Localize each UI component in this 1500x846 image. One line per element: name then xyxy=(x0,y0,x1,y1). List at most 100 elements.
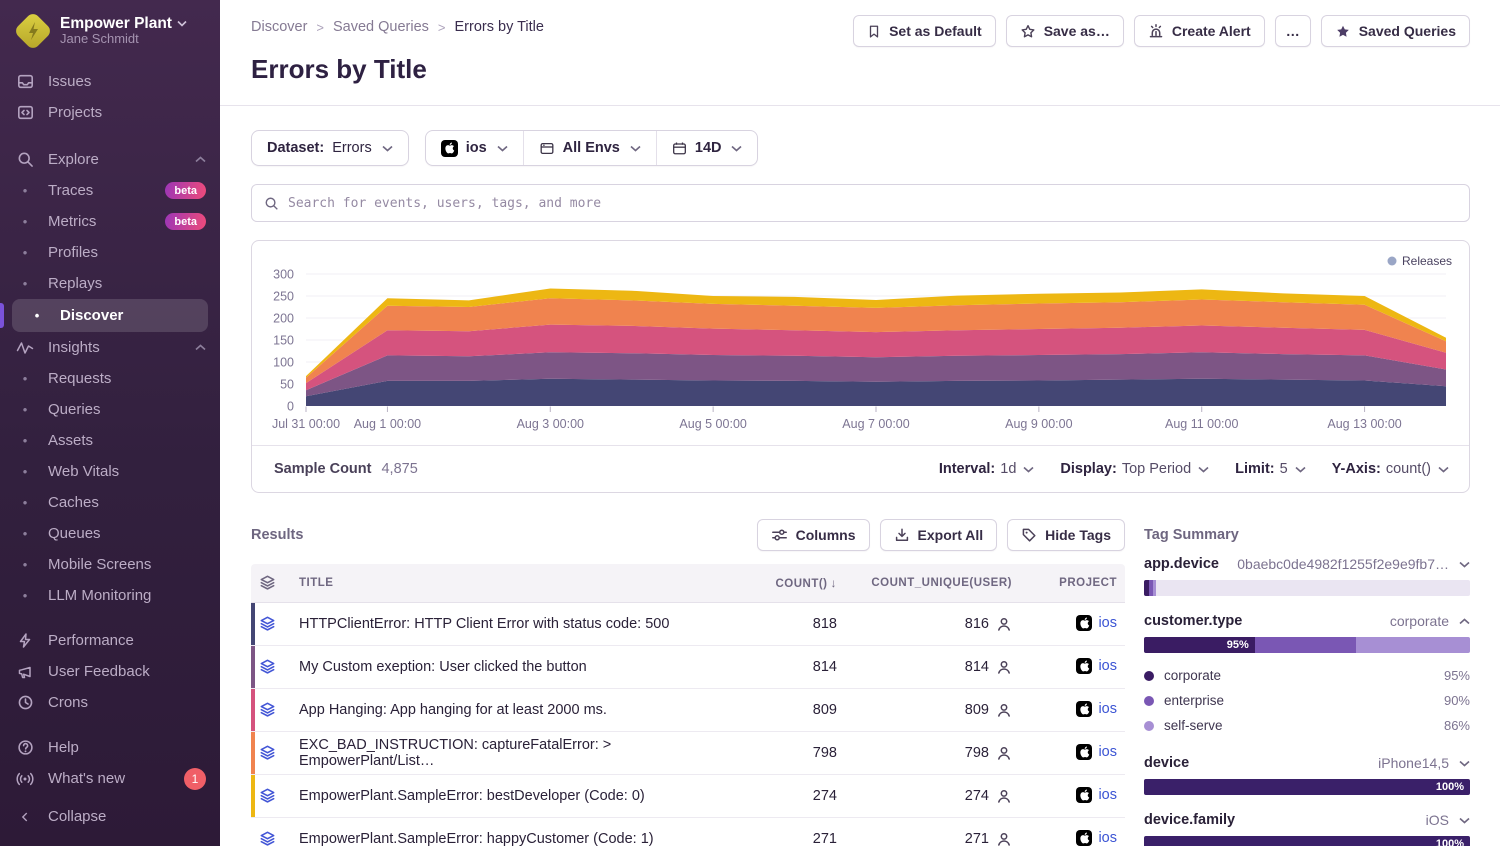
sidebar-item-profiles[interactable]: •Profiles xyxy=(0,237,220,268)
search-input[interactable] xyxy=(288,196,1457,211)
sidebar-item-metrics[interactable]: •Metricsbeta xyxy=(0,206,220,237)
table-row[interactable]: App Hanging: App hanging for at least 20… xyxy=(251,688,1125,731)
sidebar-item-llm-monitoring[interactable]: •LLM Monitoring xyxy=(0,580,220,611)
stack-icon xyxy=(259,574,283,591)
more-options-button[interactable]: … xyxy=(1275,15,1311,47)
row-title[interactable]: HTTPClientError: HTTP Client Error with … xyxy=(291,602,735,645)
table-row[interactable]: EmpowerPlant.SampleError: bestDeveloper … xyxy=(251,774,1125,817)
dataset-value: Errors xyxy=(332,140,371,156)
environment-filter[interactable]: All Envs xyxy=(523,131,656,165)
sidebar-item-crons[interactable]: Crons xyxy=(0,687,220,718)
sidebar-item-queues[interactable]: •Queues xyxy=(0,518,220,549)
tag-bar-segment: 100% xyxy=(1144,836,1470,846)
sidebar-item-discover[interactable]: •Discover xyxy=(12,299,208,332)
row-project[interactable]: ios xyxy=(1020,774,1125,817)
table-row[interactable]: EXC_BAD_INSTRUCTION: captureFatalError: … xyxy=(251,731,1125,774)
project-link[interactable]: ios xyxy=(1098,744,1117,760)
dataset-selector[interactable]: Dataset: Errors xyxy=(251,130,409,166)
stack-icon[interactable] xyxy=(259,787,283,804)
stacked-area-chart[interactable]: 050100150200250300Jul 31 00:00Aug 1 00:0… xyxy=(252,241,1469,445)
chart-control-interval[interactable]: Interval:1d xyxy=(939,461,1035,477)
row-title[interactable]: EmpowerPlant.SampleError: happyCustomer … xyxy=(291,817,735,846)
row-title[interactable]: EmpowerPlant.SampleError: bestDeveloper … xyxy=(291,774,735,817)
sidebar-item-replays[interactable]: •Replays xyxy=(0,268,220,299)
row-title[interactable]: EXC_BAD_INSTRUCTION: captureFatalError: … xyxy=(291,731,735,774)
stack-icon[interactable] xyxy=(259,830,283,846)
stack-icon[interactable] xyxy=(259,701,283,718)
tag-header[interactable]: customer.typecorporate xyxy=(1144,613,1470,629)
table-row[interactable]: HTTPClientError: HTTP Client Error with … xyxy=(251,602,1125,645)
export-all-button[interactable]: Export All xyxy=(880,519,998,551)
project-link[interactable]: ios xyxy=(1098,658,1117,674)
org-switcher[interactable]: Empower Plant Jane Schmidt xyxy=(0,0,220,58)
column-header-title[interactable]: TITLE xyxy=(291,564,735,602)
row-title[interactable]: App Hanging: App hanging for at least 20… xyxy=(291,688,735,731)
table-row[interactable]: EmpowerPlant.SampleError: happyCustomer … xyxy=(251,817,1125,846)
row-project[interactable]: ios xyxy=(1020,602,1125,645)
hide-tags-button[interactable]: Hide Tags xyxy=(1007,519,1125,551)
row-icon-cell xyxy=(251,774,291,817)
tag-header[interactable]: app.device0baebc0de4982f1255f2e9e9fb7… xyxy=(1144,556,1470,572)
user-icon xyxy=(996,745,1012,761)
tag-distribution-bar[interactable] xyxy=(1144,580,1470,596)
tag-legend-row[interactable]: enterprise90% xyxy=(1144,688,1470,713)
sidebar-item-mobile-screens[interactable]: •Mobile Screens xyxy=(0,549,220,580)
chart-panel: 050100150200250300Jul 31 00:00Aug 1 00:0… xyxy=(251,240,1470,493)
tag-header[interactable]: device.familyiOS xyxy=(1144,812,1470,828)
chart-control-limit[interactable]: Limit:5 xyxy=(1235,461,1306,477)
row-title[interactable]: My Custom exeption: User clicked the but… xyxy=(291,645,735,688)
sidebar-item-help[interactable]: Help xyxy=(0,732,220,763)
tag-legend-row[interactable]: self-serve86% xyxy=(1144,713,1470,738)
chart-control-display[interactable]: Display:Top Period xyxy=(1060,461,1209,477)
sidebar-item-requests[interactable]: •Requests xyxy=(0,363,220,394)
project-filter[interactable]: ios xyxy=(426,131,523,165)
column-header-count[interactable]: COUNT()↓ xyxy=(735,564,845,602)
unique-value: 814 xyxy=(965,659,989,675)
column-header-countuniqueuser[interactable]: COUNT_UNIQUE(USER) xyxy=(845,564,1020,602)
saved-queries-button[interactable]: Saved Queries xyxy=(1321,15,1470,47)
sidebar-item-issues[interactable]: Issues xyxy=(0,66,220,97)
bullet-icon: • xyxy=(16,245,34,260)
project-link[interactable]: ios xyxy=(1098,787,1117,803)
stack-icon[interactable] xyxy=(259,658,283,675)
row-project[interactable]: ios xyxy=(1020,817,1125,846)
project-link[interactable]: ios xyxy=(1098,615,1117,631)
sidebar-item-explore[interactable]: Explore xyxy=(0,144,220,175)
sidebar-item-performance[interactable]: Performance xyxy=(0,625,220,656)
row-project[interactable]: ios xyxy=(1020,731,1125,774)
sidebar-item-queries[interactable]: •Queries xyxy=(0,394,220,425)
row-project[interactable]: ios xyxy=(1020,688,1125,731)
create-alert-button[interactable]: Create Alert xyxy=(1134,15,1265,47)
tag-distribution-bar[interactable]: 100% xyxy=(1144,836,1470,846)
sidebar-item-traces[interactable]: •Tracesbeta xyxy=(0,175,220,206)
project-link[interactable]: ios xyxy=(1098,830,1117,846)
stack-icon[interactable] xyxy=(259,615,283,632)
sidebar-item-projects[interactable]: Projects xyxy=(0,97,220,128)
breadcrumb-item[interactable]: Saved Queries xyxy=(333,19,429,35)
tag-distribution-bar[interactable]: 95% xyxy=(1144,637,1470,653)
sidebar-item-user-feedback[interactable]: User Feedback xyxy=(0,656,220,687)
sort-descending-icon: ↓ xyxy=(831,576,838,590)
sidebar-item-caches[interactable]: •Caches xyxy=(0,487,220,518)
tag-legend-row[interactable]: corporate95% xyxy=(1144,663,1470,688)
breadcrumb-item[interactable]: Discover xyxy=(251,19,307,35)
table-row[interactable]: My Custom exeption: User clicked the but… xyxy=(251,645,1125,688)
date-range-filter[interactable]: 14D xyxy=(656,131,758,165)
sidebar-item-web-vitals[interactable]: •Web Vitals xyxy=(0,456,220,487)
tag-header[interactable]: deviceiPhone14,5 xyxy=(1144,755,1470,771)
window-icon xyxy=(539,141,555,156)
columns-button[interactable]: Columns xyxy=(757,519,870,551)
row-project[interactable]: ios xyxy=(1020,645,1125,688)
save-as-button[interactable]: Save as… xyxy=(1006,15,1124,47)
column-header-project[interactable]: PROJECT xyxy=(1020,564,1125,602)
sidebar-item-assets[interactable]: •Assets xyxy=(0,425,220,456)
chart-control-yaxis[interactable]: Y-Axis:count() xyxy=(1332,461,1449,477)
tag-entry-device-family: device.familyiOS 100% xyxy=(1144,812,1470,846)
tag-distribution-bar[interactable]: 100% xyxy=(1144,779,1470,795)
project-link[interactable]: ios xyxy=(1098,701,1117,717)
stack-icon[interactable] xyxy=(259,744,283,761)
sidebar-item-insights[interactable]: Insights xyxy=(0,332,220,363)
set-as-default-button[interactable]: Set as Default xyxy=(853,15,996,47)
sidebar-item-what-s-new[interactable]: What's new1 xyxy=(0,763,220,794)
sidebar-collapse-button[interactable]: Collapse xyxy=(0,801,220,832)
